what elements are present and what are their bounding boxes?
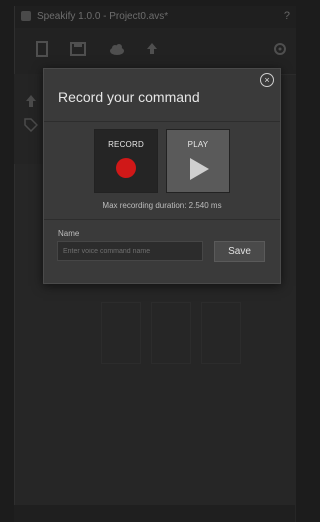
window-title: Speakify 1.0.0 - Project0.avs* [37,11,169,22]
background-content [101,302,261,382]
play-label: PLAY [187,140,209,149]
command-name-input[interactable] [57,241,203,261]
gear-icon[interactable] [271,40,289,58]
status-bar [14,505,295,522]
dialog-title: Record your command [58,89,200,105]
record-dot-icon [116,158,136,178]
arrow-up-icon[interactable] [24,94,38,108]
max-duration-text: Max recording duration: 2.540 ms [102,201,222,210]
background-tile [151,302,191,364]
file-icon[interactable] [33,40,51,58]
divider [44,121,280,122]
cloud-icon[interactable] [108,40,126,58]
play-icon [190,158,209,180]
help-icon[interactable]: ? [284,10,290,22]
side-panel [14,74,44,164]
title-bar: Speakify 1.0.0 - Project0.avs* ? [15,6,296,28]
background-tile [201,302,241,364]
upload-icon[interactable] [143,40,161,58]
record-command-dialog: × Record your command RECORD PLAY Max re… [43,68,281,284]
name-label: Name [58,229,80,238]
background-tile [101,302,141,364]
save-icon[interactable] [69,40,87,58]
app-logo-icon [21,11,31,21]
close-icon[interactable]: × [260,73,274,87]
play-button[interactable]: PLAY [166,129,230,193]
record-button[interactable]: RECORD [94,129,158,193]
record-label: RECORD [108,140,144,149]
save-button[interactable]: Save [214,241,265,262]
divider [44,219,280,220]
tag-icon[interactable] [24,118,39,133]
